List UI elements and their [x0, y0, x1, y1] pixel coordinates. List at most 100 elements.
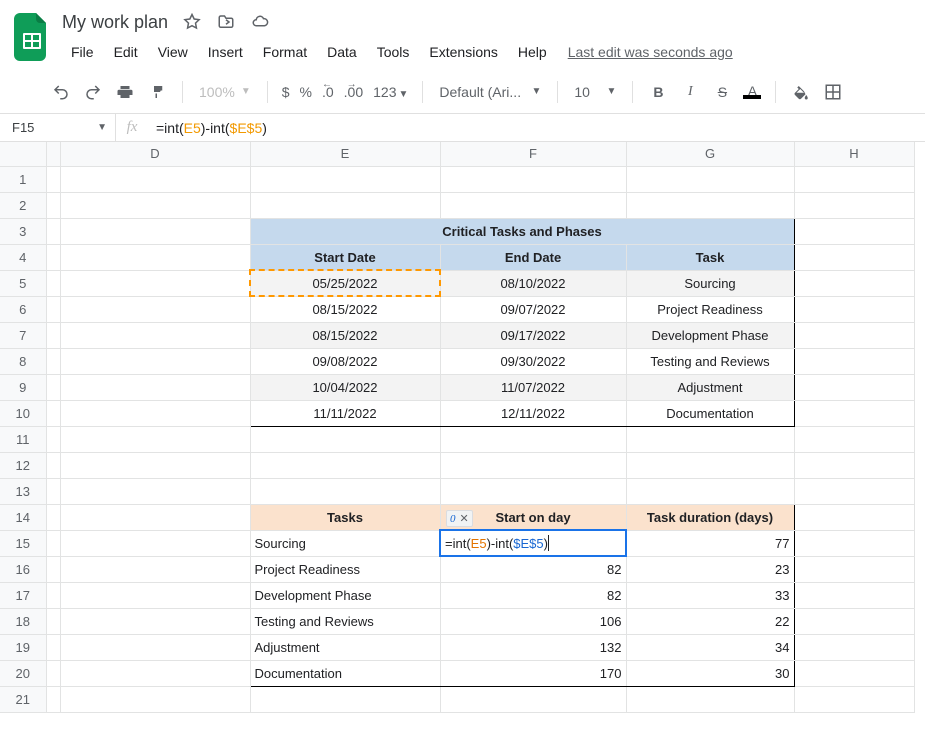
row-header[interactable]: 3	[0, 218, 46, 244]
cell[interactable]	[794, 322, 914, 348]
cell[interactable]	[440, 192, 626, 218]
cell[interactable]	[60, 426, 250, 452]
row-header[interactable]: 18	[0, 608, 46, 634]
cell[interactable]	[794, 530, 914, 556]
active-cell-editor[interactable]: =int(E5)-int($E$5)	[439, 529, 627, 557]
undo-button[interactable]	[48, 79, 74, 105]
print-button[interactable]	[112, 79, 138, 105]
row-header[interactable]: 20	[0, 660, 46, 686]
cell[interactable]: Task duration (days)	[626, 504, 794, 530]
cell[interactable]	[46, 504, 60, 530]
cell[interactable]	[60, 504, 250, 530]
cell[interactable]: 11/07/2022	[440, 374, 626, 400]
cell[interactable]	[46, 634, 60, 660]
cell[interactable]	[46, 192, 60, 218]
cell[interactable]	[60, 478, 250, 504]
cell[interactable]	[60, 556, 250, 582]
cell[interactable]: 106	[440, 608, 626, 634]
row-header[interactable]: 9	[0, 374, 46, 400]
cell[interactable]	[60, 400, 250, 426]
cell[interactable]	[626, 166, 794, 192]
menu-view[interactable]: View	[149, 40, 197, 64]
cell[interactable]	[794, 374, 914, 400]
cell[interactable]	[250, 452, 440, 478]
cell[interactable]	[60, 192, 250, 218]
cell[interactable]: Testing and Reviews	[250, 608, 440, 634]
cell[interactable]	[626, 192, 794, 218]
cell[interactable]	[250, 426, 440, 452]
select-all-corner[interactable]	[0, 142, 46, 166]
zoom-dropdown[interactable]: 100% ▼	[195, 84, 255, 100]
row-header[interactable]: 11	[0, 426, 46, 452]
cell[interactable]	[250, 686, 440, 712]
cell[interactable]	[794, 660, 914, 686]
cell[interactable]: 09/08/2022	[250, 348, 440, 374]
cell[interactable]: Critical Tasks and Phases	[250, 218, 794, 244]
cell[interactable]	[626, 426, 794, 452]
cell[interactable]: 12/11/2022	[440, 400, 626, 426]
cell[interactable]	[46, 556, 60, 582]
cell[interactable]	[794, 504, 914, 530]
row-header[interactable]: 15	[0, 530, 46, 556]
cell[interactable]: 09/17/2022	[440, 322, 626, 348]
cell[interactable]	[794, 218, 914, 244]
cell[interactable]	[440, 478, 626, 504]
cell[interactable]	[46, 478, 60, 504]
cell[interactable]: 09/30/2022	[440, 348, 626, 374]
cell[interactable]: 82	[440, 556, 626, 582]
cell[interactable]	[440, 452, 626, 478]
cell[interactable]	[626, 452, 794, 478]
cell[interactable]	[440, 166, 626, 192]
cell[interactable]	[60, 218, 250, 244]
cell[interactable]	[794, 582, 914, 608]
cell[interactable]: Project Readiness	[250, 556, 440, 582]
last-edit-link[interactable]: Last edit was seconds ago	[568, 44, 733, 60]
cell[interactable]	[794, 556, 914, 582]
row-header[interactable]: 10	[0, 400, 46, 426]
cell[interactable]: Documentation	[250, 660, 440, 686]
increase-decimal-button[interactable]: .00→	[342, 84, 365, 100]
cell[interactable]: 77	[626, 530, 794, 556]
sheets-logo[interactable]	[12, 10, 52, 64]
cell[interactable]	[60, 296, 250, 322]
cell[interactable]	[794, 166, 914, 192]
cell[interactable]	[60, 270, 250, 296]
cell[interactable]: 22	[626, 608, 794, 634]
bold-button[interactable]: B	[645, 79, 671, 105]
row-header[interactable]: 16	[0, 556, 46, 582]
cell[interactable]	[794, 270, 914, 296]
cell[interactable]	[60, 530, 250, 556]
row-header[interactable]: 17	[0, 582, 46, 608]
col-header-h[interactable]: H	[794, 142, 914, 166]
cell[interactable]	[60, 660, 250, 686]
cell[interactable]	[46, 166, 60, 192]
row-header[interactable]: 21	[0, 686, 46, 712]
cell[interactable]	[250, 192, 440, 218]
col-header-f[interactable]: F	[440, 142, 626, 166]
number-format-dropdown[interactable]: 123▼	[371, 84, 410, 100]
cell[interactable]	[794, 296, 914, 322]
menu-tools[interactable]: Tools	[368, 40, 419, 64]
row-header[interactable]: 5	[0, 270, 46, 296]
cell[interactable]	[46, 530, 60, 556]
cell[interactable]	[60, 374, 250, 400]
cell[interactable]	[60, 634, 250, 660]
row-header[interactable]: 7	[0, 322, 46, 348]
cell[interactable]	[46, 608, 60, 634]
cell[interactable]: Development Phase	[626, 322, 794, 348]
cell[interactable]	[794, 192, 914, 218]
paint-format-button[interactable]	[144, 79, 170, 105]
cell[interactable]	[440, 686, 626, 712]
cell[interactable]: 132	[440, 634, 626, 660]
cell[interactable]: 05/25/2022	[250, 270, 440, 296]
row-header[interactable]: 12	[0, 452, 46, 478]
menu-data[interactable]: Data	[318, 40, 366, 64]
cell[interactable]	[794, 634, 914, 660]
cell[interactable]	[250, 166, 440, 192]
cell[interactable]	[794, 478, 914, 504]
cell[interactable]: 23	[626, 556, 794, 582]
cell[interactable]	[46, 452, 60, 478]
cell[interactable]	[60, 608, 250, 634]
cell[interactable]: 82	[440, 582, 626, 608]
cell[interactable]: Project Readiness	[626, 296, 794, 322]
